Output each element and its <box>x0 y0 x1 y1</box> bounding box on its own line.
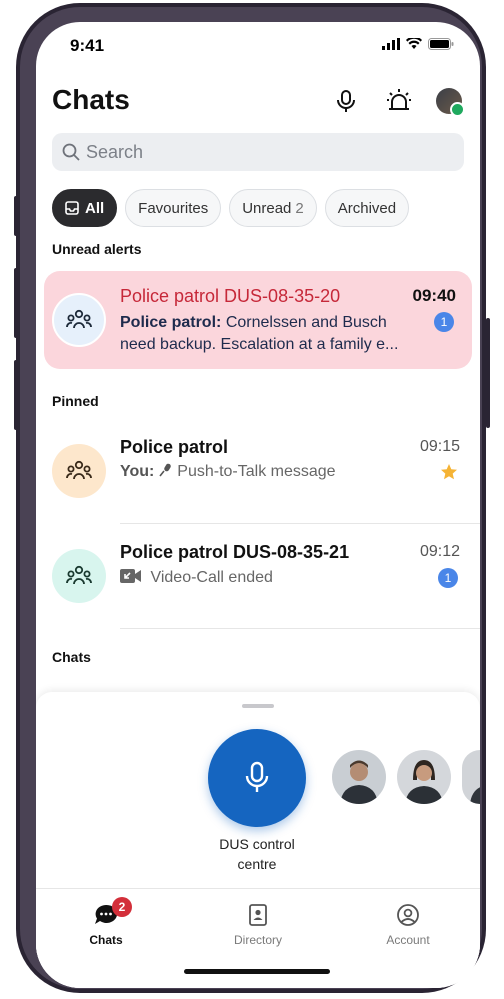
alert-message-line1: Cornelssen and Busch <box>225 314 387 331</box>
tab-chats[interactable]: 2 Chats <box>56 897 156 947</box>
filter-chip-archived[interactable]: Archived <box>324 189 410 227</box>
filter-chip-label: All <box>85 199 105 217</box>
page-title: Chats <box>52 84 130 115</box>
group-avatar <box>52 444 106 498</box>
chat-title: Police patrol <box>120 437 229 457</box>
side-button <box>14 360 18 430</box>
wifi-icon <box>406 38 422 49</box>
ptt-label-line1: DUS control <box>219 836 295 852</box>
tab-icon: 2 <box>56 897 156 927</box>
tab-badge: 2 <box>112 897 132 917</box>
group-avatar <box>52 549 106 603</box>
star-icon <box>441 464 457 480</box>
person-photo-icon <box>397 750 451 804</box>
section-heading-pinned: Pinned <box>52 393 99 409</box>
filter-chip-label: Archived <box>337 199 397 217</box>
chat-time: 09:12 <box>419 543 460 560</box>
chat-preview: You: Push-to-Talk message <box>120 463 336 481</box>
microphone-icon <box>245 761 269 792</box>
chat-row-pinned-2[interactable]: Police patrol DUS-08-35-21 09:12 Video-C… <box>36 525 480 627</box>
alert-message-line2: need backup. Escalation at a family e... <box>120 336 399 353</box>
group-avatar <box>52 293 106 347</box>
siren-icon <box>387 89 411 110</box>
filter-chips: All Favourites Unread 2 Archived <box>52 189 410 227</box>
group-icon <box>66 460 92 480</box>
chat-sender: You: <box>120 463 155 480</box>
ptt-label-line2: centre <box>237 856 277 872</box>
chat-row-pinned-1[interactable]: Police patrol 09:15 You: Push-to-Talk me… <box>36 420 480 520</box>
status-time: 9:41 <box>70 36 105 55</box>
person-photo-icon <box>332 750 386 804</box>
divider <box>120 628 480 629</box>
alarm-button[interactable] <box>386 88 412 114</box>
tab-directory[interactable]: Directory <box>208 903 308 947</box>
filter-chip-favourites[interactable]: Favourites <box>125 189 222 227</box>
profile-avatar[interactable] <box>436 88 465 117</box>
screen: 9:41 Chats All Favourites Unread 2 Archi… <box>36 22 480 988</box>
group-icon <box>66 309 92 329</box>
tab-account[interactable]: Account <box>358 903 458 947</box>
tab-icon <box>358 903 458 927</box>
alert-chat-row[interactable]: Police patrol DUS-08-35-20 09:40 Police … <box>44 271 472 369</box>
tab-label: Directory <box>233 933 282 947</box>
chat-preview: Video-Call ended <box>120 568 273 587</box>
unread-count: 2 <box>295 199 304 217</box>
chat-title: Police patrol DUS-08-35-21 <box>120 542 350 562</box>
alert-sender: Police patrol: <box>120 314 222 331</box>
divider <box>120 523 480 524</box>
filter-chip-unread[interactable]: Unread 2 <box>229 189 317 227</box>
home-indicator[interactable] <box>184 969 330 974</box>
side-button <box>14 196 18 236</box>
video-call-ended-icon <box>120 569 141 583</box>
microphone-icon <box>159 463 171 477</box>
tab-icon <box>208 903 308 927</box>
group-icon <box>66 565 92 585</box>
chat-time: 09:15 <box>419 438 460 455</box>
signal-icon <box>382 38 400 50</box>
ptt-channel-label: DUS control centre <box>196 834 318 874</box>
side-button <box>14 268 18 338</box>
sheet-drag-handle[interactable] <box>242 704 274 708</box>
alert-message: Police patrol: Cornelssen and Busch need… <box>120 312 420 356</box>
tab-label: Account <box>386 933 430 947</box>
search-input[interactable] <box>84 140 448 164</box>
filter-chip-label: Unread <box>242 199 292 217</box>
microphone-button[interactable] <box>333 88 359 114</box>
status-icons <box>382 38 454 50</box>
filter-chip-label: Favourites <box>138 199 209 217</box>
contact-avatar[interactable] <box>397 750 451 804</box>
search-bar[interactable] <box>52 133 464 171</box>
tab-label: Chats <box>89 933 123 947</box>
person-photo-icon <box>462 750 480 804</box>
section-heading-chats: Chats <box>52 649 91 665</box>
unread-badge: 1 <box>438 568 458 588</box>
section-heading-unread-alerts: Unread alerts <box>52 241 142 257</box>
contact-avatar[interactable] <box>332 750 386 804</box>
battery-icon <box>428 38 454 50</box>
alert-time: 09:40 <box>412 286 456 305</box>
filter-chip-all[interactable]: All <box>52 189 118 227</box>
alert-title: Police patrol DUS-08-35-20 <box>120 286 341 306</box>
inbox-icon <box>65 201 79 215</box>
contact-avatar[interactable] <box>462 750 480 804</box>
online-status-badge <box>450 102 465 117</box>
side-button <box>486 318 490 428</box>
directory-book-icon <box>249 904 267 926</box>
unread-badge: 1 <box>434 312 454 332</box>
chat-preview-text: Push-to-Talk message <box>177 463 336 480</box>
search-icon <box>62 143 80 161</box>
microphone-icon <box>337 90 355 112</box>
chat-preview-text: Video-Call ended <box>150 569 273 586</box>
account-icon <box>397 904 419 926</box>
push-to-talk-button[interactable] <box>208 729 306 827</box>
